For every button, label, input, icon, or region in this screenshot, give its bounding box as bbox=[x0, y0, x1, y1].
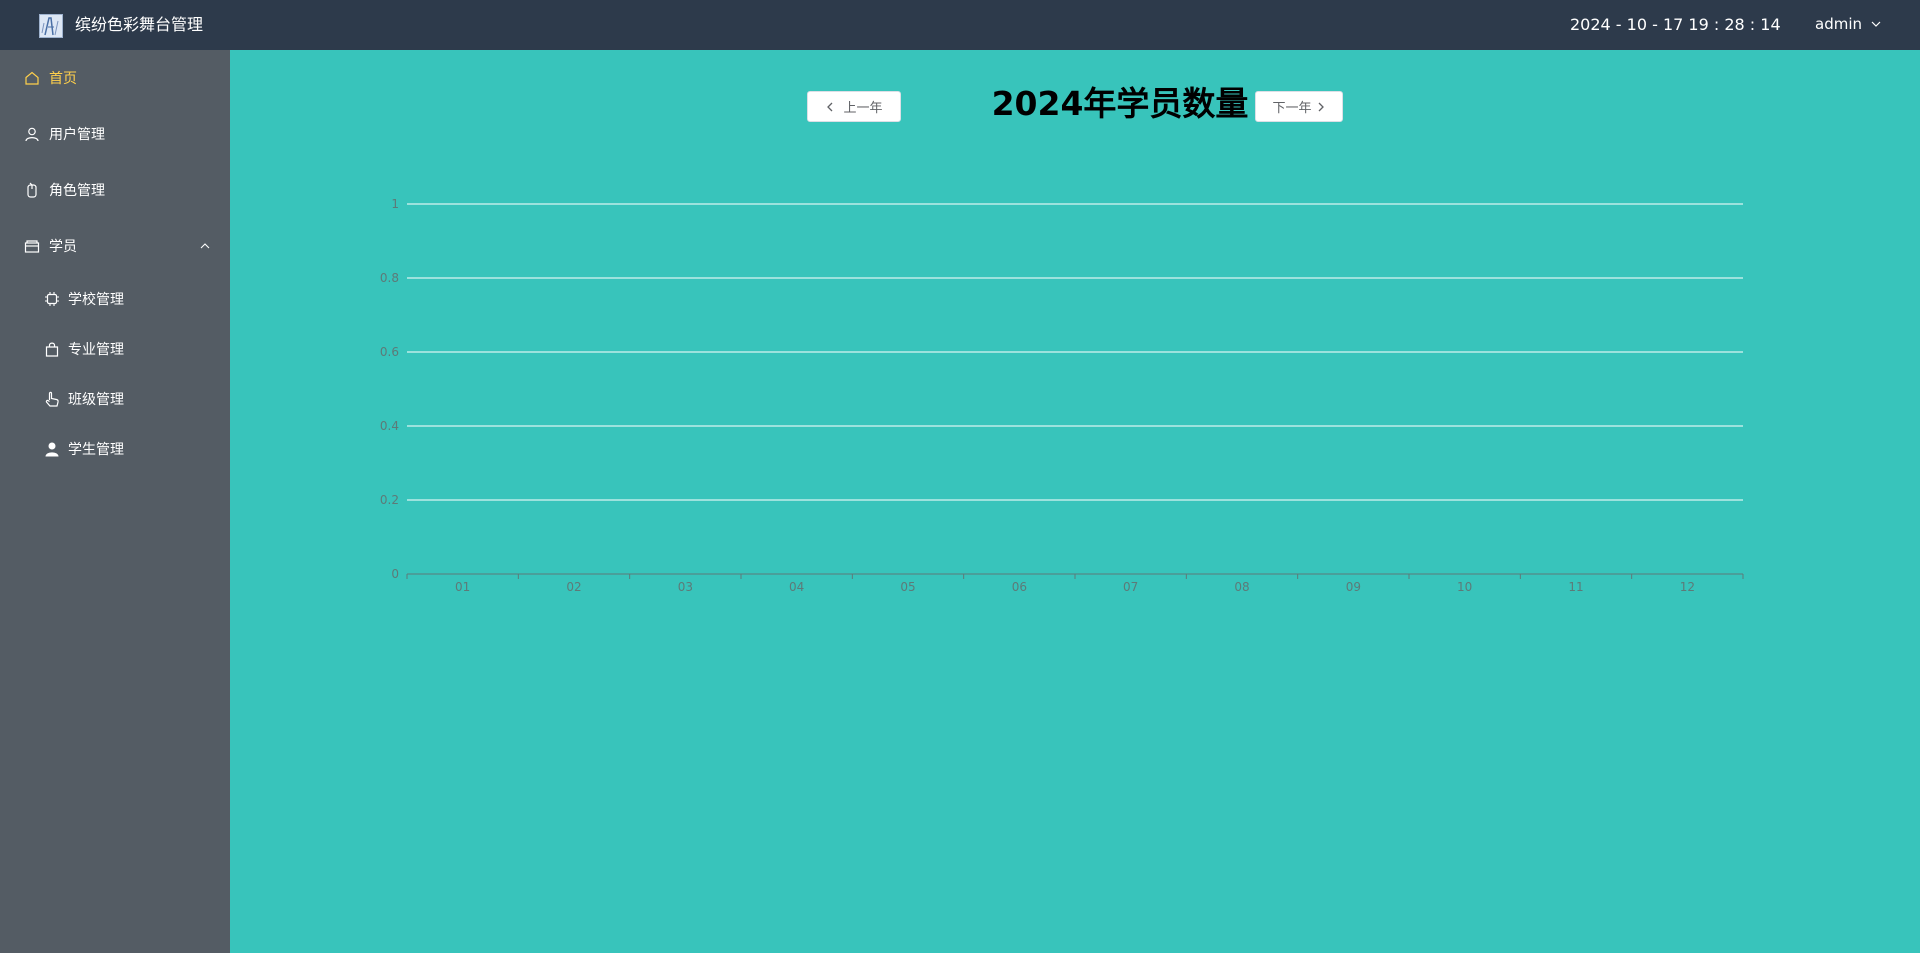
sidebar-subitem-label: 班级管理 bbox=[68, 392, 124, 408]
y-tick-label: 0.6 bbox=[380, 345, 399, 359]
shopping-bag-icon bbox=[44, 341, 60, 357]
chevron-up-icon bbox=[200, 243, 210, 249]
sidebar-subitem-label: 专业管理 bbox=[68, 342, 124, 358]
y-tick-label: 0 bbox=[391, 567, 399, 581]
sidebar-item-roles[interactable]: 角色管理 bbox=[0, 162, 230, 218]
x-tick-label: 09 bbox=[1346, 580, 1361, 594]
y-tick-label: 0.8 bbox=[380, 271, 399, 285]
sidebar-item-schools[interactable]: 学校管理 bbox=[0, 274, 230, 324]
folder-icon bbox=[24, 238, 40, 254]
chevron-down-icon bbox=[1871, 21, 1881, 27]
sidebar-item-classes[interactable]: 班级管理 bbox=[0, 374, 230, 424]
y-tick-label: 1 bbox=[391, 197, 399, 211]
cpu-icon bbox=[44, 291, 60, 307]
sidebar-item-label: 首页 bbox=[49, 71, 77, 87]
app-logo bbox=[39, 14, 63, 38]
sidebar-item-users[interactable]: 用户管理 bbox=[0, 106, 230, 162]
x-tick-label: 12 bbox=[1680, 580, 1695, 594]
sidebar-item-label: 角色管理 bbox=[49, 183, 105, 199]
y-tick-label: 0.2 bbox=[380, 493, 399, 507]
x-tick-label: 01 bbox=[455, 580, 470, 594]
x-tick-label: 03 bbox=[678, 580, 693, 594]
x-tick-label: 11 bbox=[1568, 580, 1583, 594]
main-content: 上一年 2024年学员数量 下一年 0 0.2 0.4 0.6 0.8 1 01 02 03 04… bbox=[230, 50, 1920, 953]
user-solid-icon bbox=[44, 441, 60, 457]
x-tick-label: 05 bbox=[900, 580, 915, 594]
x-tick-label: 08 bbox=[1234, 580, 1249, 594]
sidebar-item-student-list[interactable]: 学生管理 bbox=[0, 424, 230, 474]
x-tick-label: 07 bbox=[1123, 580, 1138, 594]
x-tick-label: 10 bbox=[1457, 580, 1472, 594]
students-chart: 0 0.2 0.4 0.6 0.8 1 01 02 03 04 05 06 07 08 09 10 11 12 bbox=[380, 197, 1744, 594]
user-dropdown[interactable]: admin bbox=[1815, 13, 1881, 35]
x-tick-label: 04 bbox=[789, 580, 804, 594]
sidebar-item-home[interactable]: 首页 bbox=[0, 50, 230, 106]
x-tick-label: 06 bbox=[1012, 580, 1027, 594]
y-tick-label: 0.4 bbox=[380, 419, 399, 433]
home-icon bbox=[24, 70, 40, 86]
pointer-icon bbox=[44, 391, 60, 407]
sidebar-item-students-group[interactable]: 学员 bbox=[0, 218, 230, 274]
app-title: 缤纷色彩舞台管理 bbox=[75, 15, 204, 34]
user-icon bbox=[24, 126, 40, 142]
sidebar-item-label: 用户管理 bbox=[49, 127, 105, 143]
sidebar-item-majors[interactable]: 专业管理 bbox=[0, 324, 230, 374]
username: admin bbox=[1815, 15, 1862, 33]
sidebar-subitem-label: 学生管理 bbox=[68, 442, 124, 458]
sidebar-item-label: 学员 bbox=[49, 239, 77, 255]
sidebar-subitem-label: 学校管理 bbox=[68, 292, 124, 308]
sidebar-menu: 首页 用户管理 角色管理 学员 学校管理 专业管理 班级管理 学生管理 bbox=[0, 50, 230, 953]
x-tick-label: 02 bbox=[566, 580, 581, 594]
app-header: 缤纷色彩舞台管理 2024 - 10 - 17 19 : 28 : 14 adm… bbox=[0, 0, 1920, 50]
current-datetime: 2024 - 10 - 17 19 : 28 : 14 bbox=[1570, 15, 1781, 34]
mouse-icon bbox=[24, 182, 40, 198]
